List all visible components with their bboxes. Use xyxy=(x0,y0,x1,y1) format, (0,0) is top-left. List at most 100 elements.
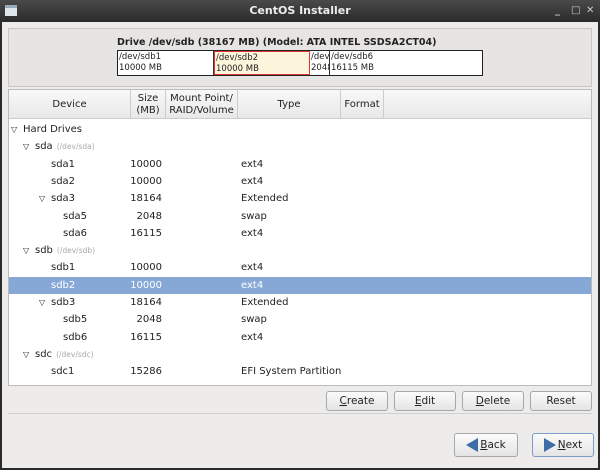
table-row[interactable]: sda2 10000 ext4 xyxy=(9,173,591,190)
table-row[interactable]: sdb6 16115 ext4 xyxy=(9,329,591,346)
expander-icon[interactable]: ▽ xyxy=(23,346,29,363)
table-row[interactable]: sdb2 10000 ext4 xyxy=(9,276,591,294)
back-label: Back xyxy=(480,439,506,451)
size-cell: 2048 xyxy=(136,314,162,326)
device-cell: sda3 xyxy=(51,190,75,207)
type-cell: EFI System Partition xyxy=(241,366,342,378)
device-name: sdb2 xyxy=(51,279,76,291)
window-icon xyxy=(5,5,17,16)
segment-size: 2048 MB xyxy=(311,63,329,73)
expander-icon[interactable]: ▽ xyxy=(39,190,45,207)
segment-sdb5[interactable]: /dev/sdb52048 MB xyxy=(310,51,330,75)
reset-button[interactable]: Reset xyxy=(530,391,592,411)
table-row[interactable]: sdb5 2048 swap xyxy=(9,311,591,328)
device-cell: sdb1 xyxy=(51,259,75,276)
size-cell: 10000 xyxy=(130,175,162,187)
header-mount[interactable]: Mount Point/ RAID/Volume xyxy=(166,90,238,119)
device-cell: sda2 xyxy=(51,173,75,190)
table-header: Device Size (MB) Mount Point/ RAID/Volum… xyxy=(9,90,591,119)
table-row[interactable]: ▽ sda (/dev/sda) xyxy=(9,138,591,155)
minimize-icon[interactable]: _ xyxy=(555,0,560,22)
type-cell: ext4 xyxy=(241,262,264,274)
create-label: Create xyxy=(339,395,375,407)
header-size[interactable]: Size (MB) xyxy=(131,90,166,119)
maximize-icon[interactable]: □ xyxy=(571,0,580,22)
segment-name: /dev/sdb6 xyxy=(331,52,374,62)
device-name: sdc1 xyxy=(51,366,75,378)
segment-sdb6[interactable]: /dev/sdb6 16115 MB xyxy=(330,51,482,75)
size-cell: 18164 xyxy=(130,297,162,308)
device-path: (/dev/sdc) xyxy=(56,349,94,359)
device-cell: sdb3 xyxy=(51,294,75,311)
table-row[interactable]: sda1 10000 ext4 xyxy=(9,156,591,173)
title-bar: CentOS Installer _ □ ✕ xyxy=(0,0,600,22)
size-cell: 10000 xyxy=(130,279,162,291)
device-name: sda5 xyxy=(63,210,88,222)
table-row[interactable]: sdb1 10000 ext4 xyxy=(9,259,591,276)
table-row[interactable]: sdc1 15286 EFI System Partition xyxy=(9,363,591,380)
drive-panel: Drive /dev/sdb (38167 MB) (Model: ATA IN… xyxy=(8,28,592,87)
device-name: sda xyxy=(35,141,53,153)
reset-label: Reset xyxy=(546,395,576,407)
segment-size: 10000 MB xyxy=(119,63,162,73)
delete-label: Delete xyxy=(475,395,511,407)
header-format[interactable]: Format xyxy=(341,90,384,119)
table-row[interactable]: ▽ sdb3 18164 Extended xyxy=(9,294,591,311)
close-icon[interactable]: ✕ xyxy=(586,0,594,22)
table-row[interactable]: ▽ sdb (/dev/sdb) xyxy=(9,242,591,259)
device-name: sdb xyxy=(35,245,53,257)
drive-title: Drive /dev/sdb (38167 MB) (Model: ATA IN… xyxy=(117,37,437,48)
table-row[interactable]: sda5 2048 swap xyxy=(9,208,591,225)
size-cell: 10000 xyxy=(130,262,162,274)
installer-window: Drive /dev/sdb (38167 MB) (Model: ATA IN… xyxy=(2,22,598,468)
type-cell: ext4 xyxy=(241,158,264,170)
device-cell: sda (/dev/sda) xyxy=(35,138,95,155)
segment-name: /dev/sdb5 xyxy=(311,52,330,62)
device-name: sdb3 xyxy=(51,297,76,308)
edit-button[interactable]: Edit xyxy=(394,391,456,411)
drive-bar: /dev/sdb1 10000 MB /dev/sdb2 10000 MB /dev… xyxy=(117,50,483,76)
size-cell: 16115 xyxy=(130,227,162,239)
delete-button[interactable]: Delete xyxy=(462,391,524,411)
expander-icon[interactable]: ▽ xyxy=(23,242,29,259)
size-cell: 15286 xyxy=(130,366,162,378)
device-name: sdb5 xyxy=(63,314,88,326)
device-cell: sdb5 xyxy=(63,311,87,328)
size-cell: 10000 xyxy=(130,158,162,170)
segment-name: /dev/sdb1 xyxy=(119,52,162,62)
device-cell: sdc1 xyxy=(51,363,74,380)
table-row[interactable]: ▽ sda3 18164 Extended xyxy=(9,190,591,207)
table-row[interactable]: ▽ sdc (/dev/sdc) xyxy=(9,346,591,363)
create-button[interactable]: Create xyxy=(326,391,388,411)
header-device[interactable]: Device xyxy=(9,90,131,119)
device-name: sdc xyxy=(35,348,53,360)
next-button[interactable]: Next xyxy=(532,433,594,457)
back-button[interactable]: Back xyxy=(454,433,518,457)
segment-size: 10000 MB xyxy=(216,64,259,74)
device-name: sda1 xyxy=(51,158,76,170)
divider xyxy=(8,413,592,414)
size-cell: 16115 xyxy=(130,331,162,343)
device-name: Hard Drives xyxy=(23,124,82,135)
type-cell: swap xyxy=(241,314,267,326)
segment-name: /dev/sdb2 xyxy=(216,53,259,63)
size-cell: 18164 xyxy=(130,193,162,205)
table-row[interactable]: ▽ Hard Drives xyxy=(9,121,591,138)
device-cell: sda1 xyxy=(51,156,75,173)
header-type[interactable]: Type xyxy=(238,90,341,119)
next-label: Next xyxy=(557,439,583,451)
segment-sdb1[interactable]: /dev/sdb1 10000 MB xyxy=(118,51,214,75)
segment-sdb2[interactable]: /dev/sdb2 10000 MB xyxy=(214,51,310,75)
device-cell: sda6 xyxy=(63,225,87,242)
device-name: sda6 xyxy=(63,227,88,239)
device-name: sdb1 xyxy=(51,262,76,274)
table-row[interactable]: sda6 16115 ext4 xyxy=(9,225,591,242)
device-name: sda3 xyxy=(51,193,76,205)
expander-icon[interactable]: ▽ xyxy=(39,294,45,311)
type-cell: Extended xyxy=(241,193,289,205)
type-cell: ext4 xyxy=(241,279,264,291)
device-cell: Hard Drives xyxy=(23,121,82,138)
device-path: (/dev/sda) xyxy=(56,142,95,152)
expander-icon[interactable]: ▽ xyxy=(11,121,17,138)
expander-icon[interactable]: ▽ xyxy=(23,138,29,155)
